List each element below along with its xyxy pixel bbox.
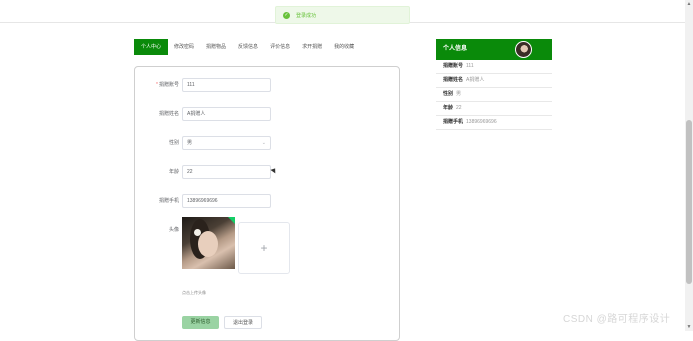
tab-donation-requests[interactable]: 求开捐赠: [296, 39, 328, 55]
avatar: [515, 41, 532, 58]
info-value: 111: [466, 63, 474, 69]
info-key: 捐赠姓名: [443, 77, 464, 83]
avatar-face-shape: [198, 231, 218, 257]
tab-change-password[interactable]: 修改密码: [168, 39, 200, 55]
gender-value: 男: [187, 140, 193, 146]
form-row-name: 捐赠姓名 A捐赠人: [135, 107, 401, 121]
avatar-label: 头像: [168, 227, 179, 233]
form-row-phone: 捐赠手机 13896969696: [135, 194, 401, 208]
gender-label: 性别: [168, 140, 179, 146]
info-value: 13896969696: [466, 119, 497, 125]
form-row-account: *捐赠账号 111: [135, 78, 401, 92]
info-value: 男: [456, 91, 462, 97]
watermark: CSDN @路可程序设计: [563, 314, 671, 325]
info-value: 22: [456, 105, 462, 111]
avatar-flower-shape: [194, 229, 201, 236]
scrollbar-thumb[interactable]: [686, 120, 692, 284]
info-row-account: 捐赠账号 111: [436, 60, 552, 74]
profile-tabs: 个人中心 修改密码 捐赠物品 反馈信息 评价信息 求开捐赠 我的收藏: [134, 39, 360, 55]
personal-info-title: 个人信息: [443, 46, 468, 52]
upload-success-tag: [228, 217, 235, 224]
info-key: 捐赠账号: [443, 63, 464, 69]
profile-form-panel: *捐赠账号 111 捐赠姓名 A捐赠人 性别 男 ⌄ 年龄 22 捐赠手机 13…: [134, 66, 400, 341]
info-row-name: 捐赠姓名 A捐赠人: [436, 74, 552, 88]
scroll-down-icon[interactable]: ▼: [685, 323, 693, 331]
phone-input[interactable]: 13896969696: [182, 194, 271, 208]
update-info-button[interactable]: 更新信息: [182, 316, 219, 329]
info-row-age: 年龄 22: [436, 102, 552, 116]
info-row-phone: 捐赠手机 13896969696: [436, 116, 552, 130]
info-key: 性别: [443, 91, 454, 97]
tab-my-favorites[interactable]: 我的收藏: [328, 39, 360, 55]
tab-feedback[interactable]: 反馈信息: [232, 39, 264, 55]
name-label: 捐赠姓名: [158, 111, 179, 117]
tab-donated-items[interactable]: 捐赠物品: [200, 39, 232, 55]
age-label: 年龄: [168, 169, 179, 175]
scroll-up-icon[interactable]: ▲: [685, 0, 693, 8]
vertical-scrollbar[interactable]: ▲ ▼: [685, 0, 693, 331]
name-input[interactable]: A捐赠人: [182, 107, 271, 121]
account-label: *捐赠账号: [156, 82, 179, 88]
check-circle-icon: ✓: [283, 11, 290, 19]
age-input[interactable]: 22: [182, 165, 271, 179]
form-row-gender: 性别 男 ⌄: [135, 136, 401, 150]
avatar-image[interactable]: [182, 217, 235, 269]
personal-info-header: 个人信息: [436, 39, 552, 60]
info-row-gender: 性别男: [436, 88, 552, 102]
tab-personal-center[interactable]: 个人中心: [134, 39, 169, 55]
personal-info-card: 个人信息 捐赠账号 111 捐赠姓名 A捐赠人 性别男 年龄 22 捐赠手机 13896…: [436, 39, 552, 130]
logout-button[interactable]: 退出登录: [224, 316, 262, 329]
upload-hint: 点击上传头像: [182, 290, 206, 295]
info-key: 捐赠手机: [443, 119, 464, 125]
phone-label: 捐赠手机: [158, 198, 179, 204]
toast-text: 登录成功: [296, 12, 317, 19]
success-toast: ✓ 登录成功: [275, 6, 410, 24]
account-input[interactable]: 111: [182, 78, 271, 92]
avatar-upload-button[interactable]: +: [238, 222, 290, 274]
chevron-down-icon: ⌄: [261, 140, 266, 146]
gender-select[interactable]: 男 ⌄: [182, 136, 271, 150]
form-row-age: 年龄 22: [135, 165, 401, 179]
tab-reviews[interactable]: 评价信息: [264, 39, 296, 55]
info-key: 年龄: [443, 105, 454, 111]
plus-icon: +: [260, 241, 268, 255]
info-value: A捐赠人: [466, 77, 485, 83]
